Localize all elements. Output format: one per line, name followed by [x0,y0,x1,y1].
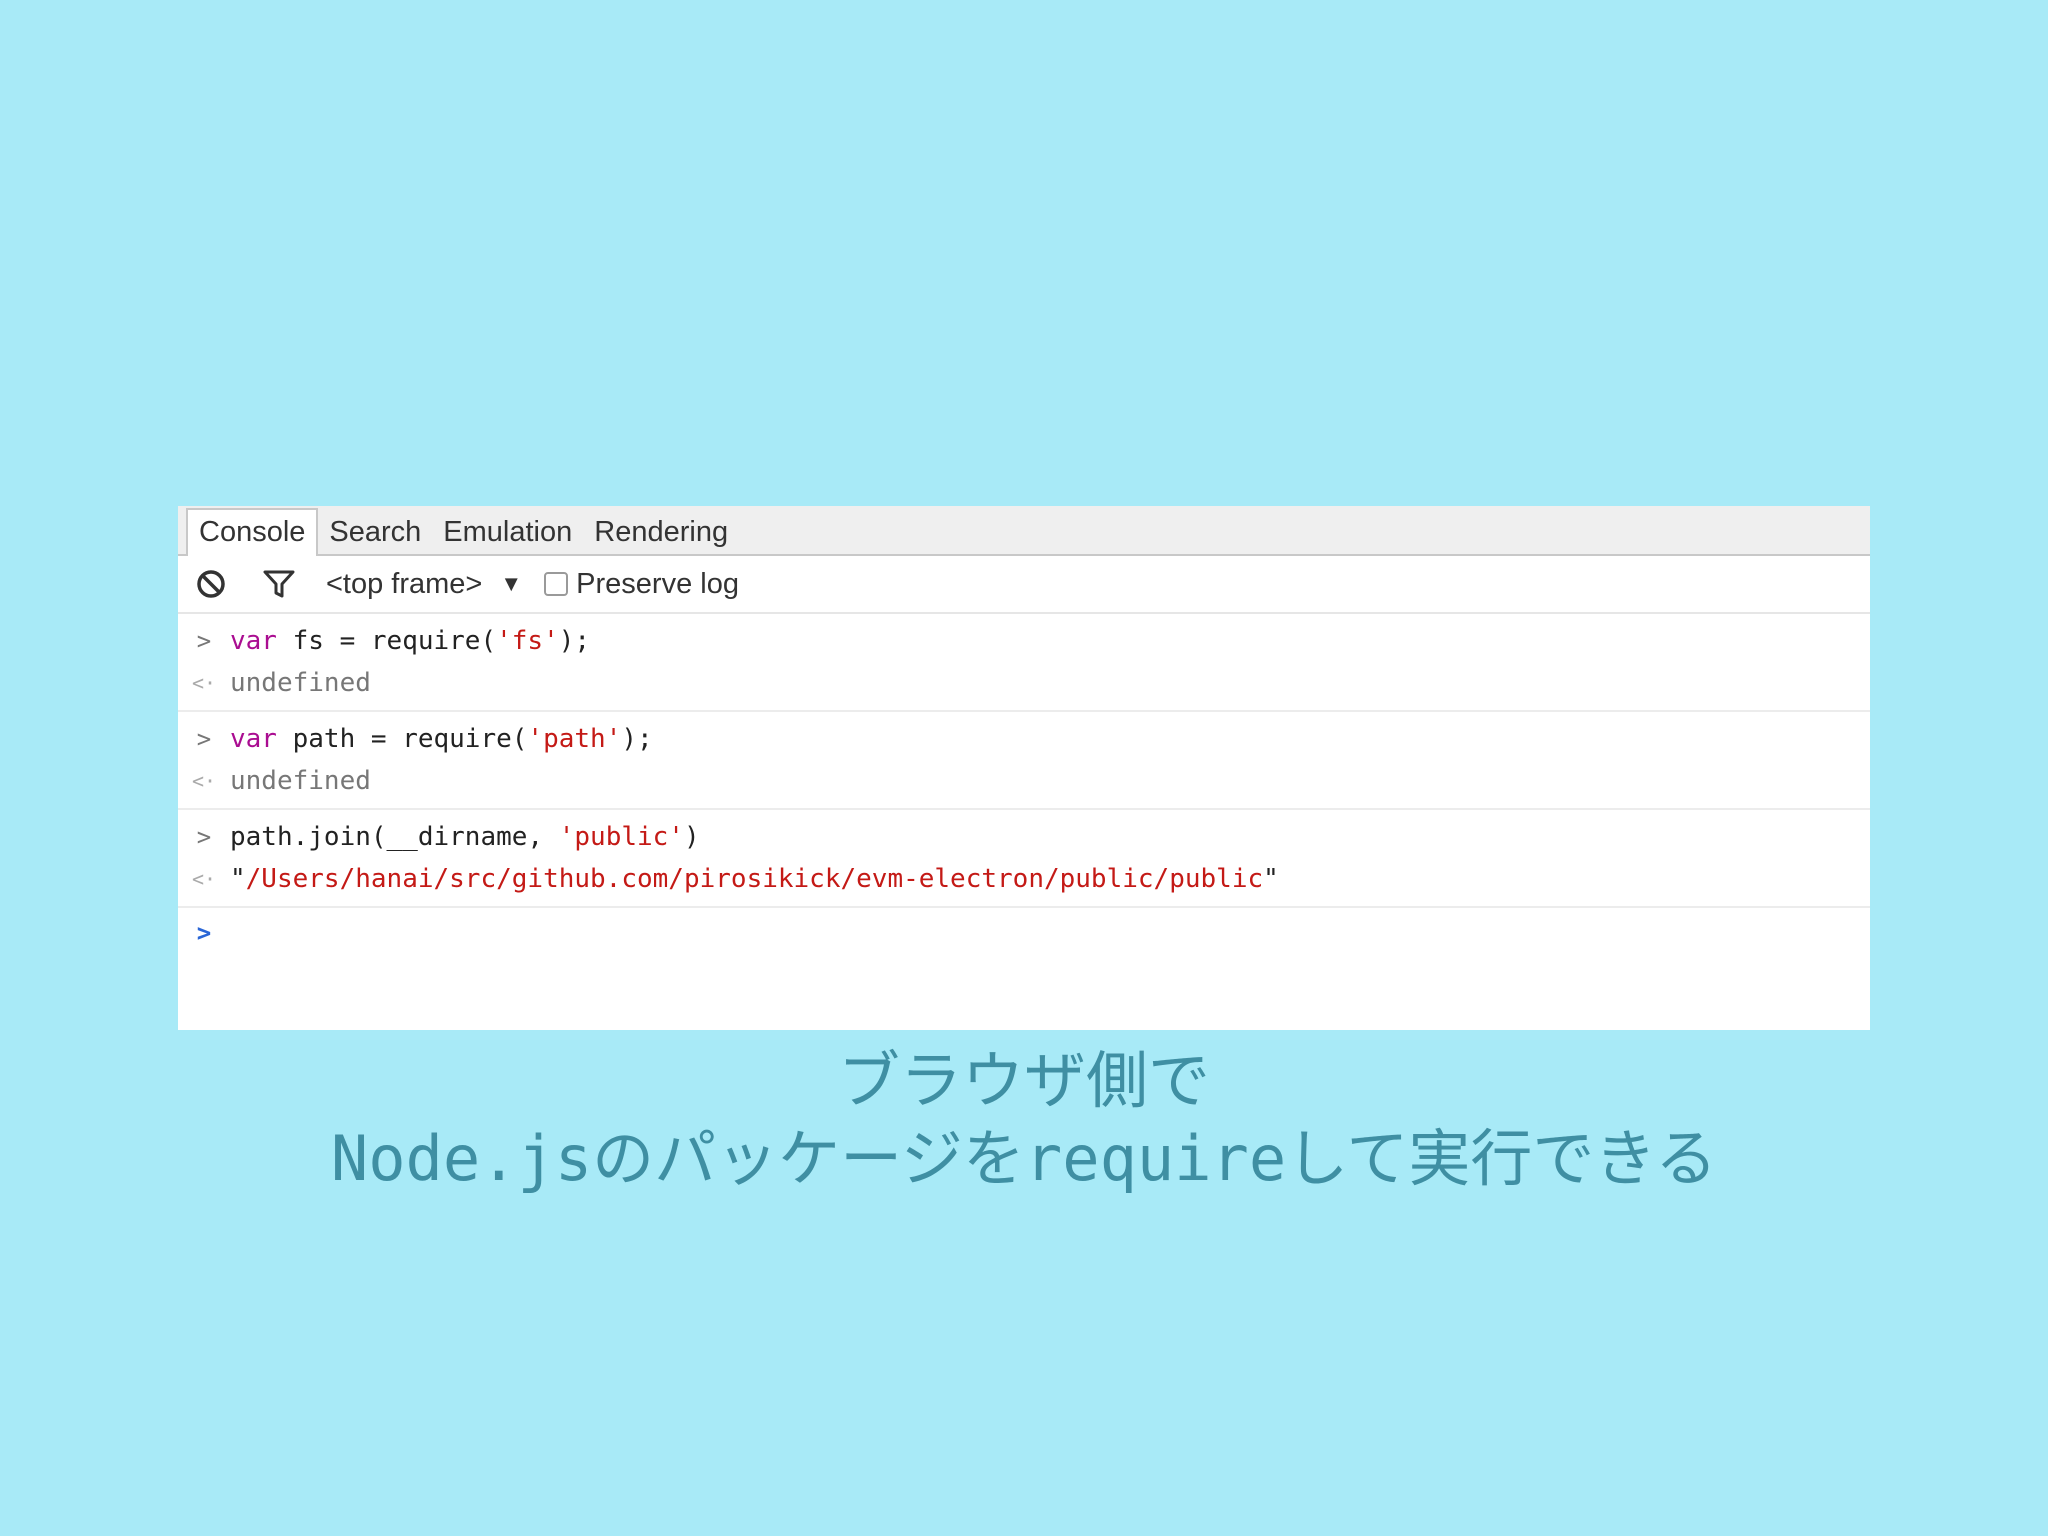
preserve-log-toggle[interactable]: Preserve log [544,568,739,601]
code-text: path.join(__dirname, [230,822,559,852]
code-string: 'path' [527,724,622,754]
devtools-panel: Console Search Emulation Rendering <top … [178,506,1870,1030]
console-input-line: > path.join(__dirname, 'public') [178,816,1870,858]
code-text: path = require( [276,724,528,754]
caption-line-2: Node.jsのパッケージをrequireして実行できる [330,1122,1718,1195]
result-value: /Users/hanai/src/github.com/pirosikick/e… [245,864,1264,894]
caption-line-1: ブラウザ側で [837,1044,1210,1117]
preserve-log-checkbox[interactable] [544,572,569,596]
preserve-log-label: Preserve log [576,567,739,600]
frame-selector[interactable]: <top frame> ▼ [326,568,522,601]
code-tail: ) [683,822,700,852]
console-toolbar: <top frame> ▼ Preserve log [178,556,1870,614]
code-keyword: var [230,724,277,754]
code-keyword: var [230,626,277,656]
console-input-line: > var fs = require('fs'); [178,620,1870,662]
chevron-down-icon: ▼ [500,571,523,596]
console-entry: > var fs = require('fs'); <· undefined [178,614,1870,712]
devtools-tabbar: Console Search Emulation Rendering [178,506,1870,556]
console-result-line: <· undefined [178,760,1870,802]
code-tail: ); [621,724,653,754]
result-arrow-icon: <· [191,867,217,891]
code-string: 'public' [558,822,684,852]
tab-emulation[interactable]: Emulation [432,510,583,554]
prompt-icon: > [196,823,212,851]
prompt-icon: > [196,627,212,655]
result-string: "/Users/hanai/src/github.com/pirosikick/… [230,864,1279,894]
console-input-field[interactable] [230,915,1870,951]
console-entry: > path.join(__dirname, 'public') <· "/Us… [178,810,1870,908]
result-arrow-icon: <· [191,769,217,793]
filter-icon[interactable] [262,567,296,601]
console-input-line: > var path = require('path'); [178,718,1870,760]
prompt-icon: > [196,725,212,753]
code-string: 'fs' [496,626,559,656]
console-entry: > var path = require('path'); <· undefin… [178,712,1870,810]
code-text: fs = require( [276,626,497,656]
code-tail: ); [558,626,591,656]
quote-close: " [1263,864,1279,894]
clear-console-icon[interactable] [194,567,228,601]
result-value: undefined [230,766,371,796]
quote-open: " [230,864,246,894]
result-arrow-icon: <· [191,671,217,695]
result-value: undefined [230,668,371,698]
active-prompt-icon: > [196,919,212,947]
console-output: > var fs = require('fs'); <· undefined >… [178,614,1870,954]
frame-selector-label: <top frame> [326,567,483,600]
console-result-line: <· "/Users/hanai/src/github.com/pirosiki… [178,858,1870,900]
console-prompt-input[interactable]: > [178,912,1870,954]
console-result-line: <· undefined [178,662,1870,704]
tab-rendering[interactable]: Rendering [583,510,739,554]
tab-search[interactable]: Search [318,510,432,554]
tab-console[interactable]: Console [186,508,319,556]
